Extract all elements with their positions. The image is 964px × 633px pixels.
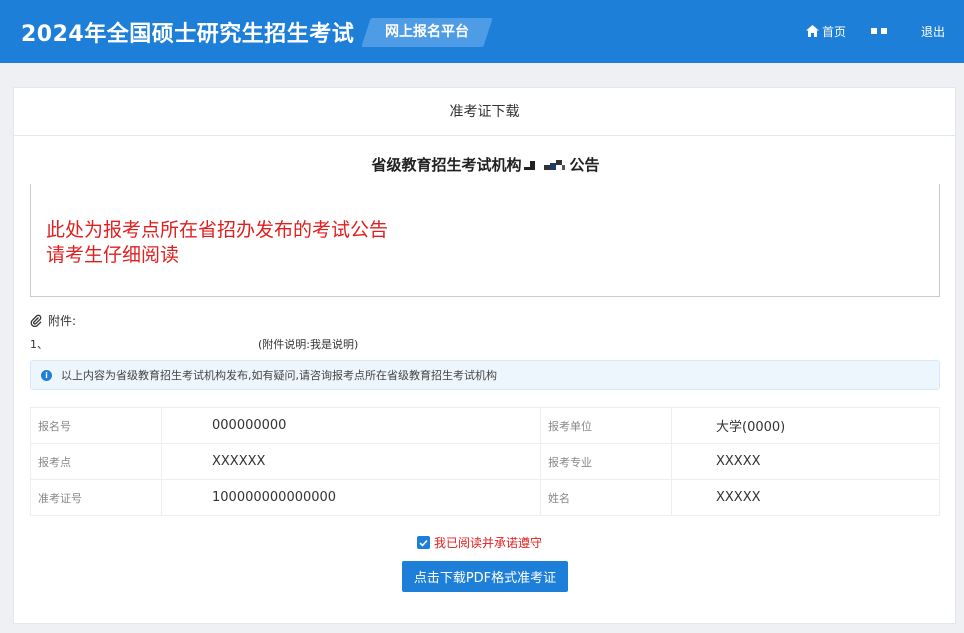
- value-exam-site: XXXXXX: [161, 443, 541, 480]
- table-row: 报考点 XXXXXX 报考专业 XXXXX: [30, 443, 940, 480]
- site-title: 2024年全国硕士研究生招生考试: [21, 22, 355, 47]
- value-major: XXXXX: [671, 443, 940, 480]
- agreement-label: 我已阅读并承诺遵守: [434, 536, 543, 550]
- notice-title-suffix: 公告: [569, 156, 600, 174]
- platform-badge: 网上报名平台: [361, 18, 493, 47]
- attachment-item[interactable]: 1、 (附件说明:我是说明): [30, 336, 630, 352]
- mask-block: [881, 28, 887, 34]
- checkbox-checked-icon[interactable]: [417, 536, 430, 549]
- info-alert: i 以上内容为省级教育招生考试机构发布,如有疑问,请咨询报考点所在省级教育招生考…: [30, 360, 940, 390]
- notice-content: 此处为报考点所在省招办发布的考试公告 请考生仔细阅读: [30, 184, 940, 297]
- logout-link[interactable]: 退出: [921, 23, 945, 40]
- agreement-checkbox[interactable]: 我已阅读并承诺遵守: [417, 534, 542, 551]
- platform-label: 网上报名平台: [385, 24, 469, 40]
- home-icon: [806, 25, 819, 37]
- info-alert-text: 以上内容为省级教育招生考试机构发布,如有疑问,请咨询报考点所在省级教育招生考试机…: [61, 369, 497, 382]
- download-pdf-button[interactable]: 点击下载PDF格式准考证: [402, 561, 568, 592]
- value-target-institution: 大学(0000): [671, 407, 940, 444]
- candidate-info-table: 报名号 000000000 报考单位 大学(0000) 报考点 XXXXXX 报…: [30, 407, 940, 516]
- notice-title: 省级教育招生考试机构 公告: [14, 154, 957, 175]
- notice-title-prefix: 省级教育招生考试机构: [371, 156, 522, 174]
- redaction-mask: [523, 159, 565, 170]
- attachment-description: (附件说明:我是说明): [258, 338, 359, 351]
- label-major: 报考专业: [540, 443, 672, 480]
- label-exam-site: 报考点: [30, 443, 162, 480]
- top-header: 2024年全国硕士研究生招生考试 网上报名平台 首页 退出: [0, 0, 964, 63]
- panel-title: 准考证下载: [14, 88, 955, 136]
- notice-line: 请考生仔细阅读: [46, 244, 180, 266]
- table-row: 报名号 000000000 报考单位 大学(0000): [30, 407, 940, 444]
- nav-home-label: 首页: [822, 24, 847, 39]
- attachments-label-text: 附件:: [48, 314, 77, 328]
- user-name-masked: [871, 28, 887, 34]
- notice-line: 此处为报考点所在省招办发布的考试公告: [46, 219, 389, 241]
- attachments-label: 附件:: [30, 312, 76, 329]
- info-icon: i: [41, 369, 52, 381]
- label-admission-number: 准考证号: [30, 479, 162, 516]
- table-row: 准考证号 100000000000000 姓名 XXXXX: [30, 479, 940, 516]
- admission-card-panel: 准考证下载 省级教育招生考试机构 公告 此处为报考点所在省招办发布的考试公告 请考…: [13, 87, 956, 624]
- label-registration-number: 报名号: [30, 407, 162, 444]
- attachment-index: 1、: [30, 338, 48, 351]
- label-name: 姓名: [540, 479, 672, 516]
- value-name: XXXXX: [671, 479, 940, 516]
- nav-home-link[interactable]: 首页: [806, 22, 846, 40]
- value-registration-number: 000000000: [161, 407, 541, 444]
- label-target-institution: 报考单位: [540, 407, 672, 444]
- value-admission-number: 100000000000000: [161, 479, 541, 516]
- paperclip-icon: [30, 314, 42, 327]
- mask-block: [871, 28, 877, 34]
